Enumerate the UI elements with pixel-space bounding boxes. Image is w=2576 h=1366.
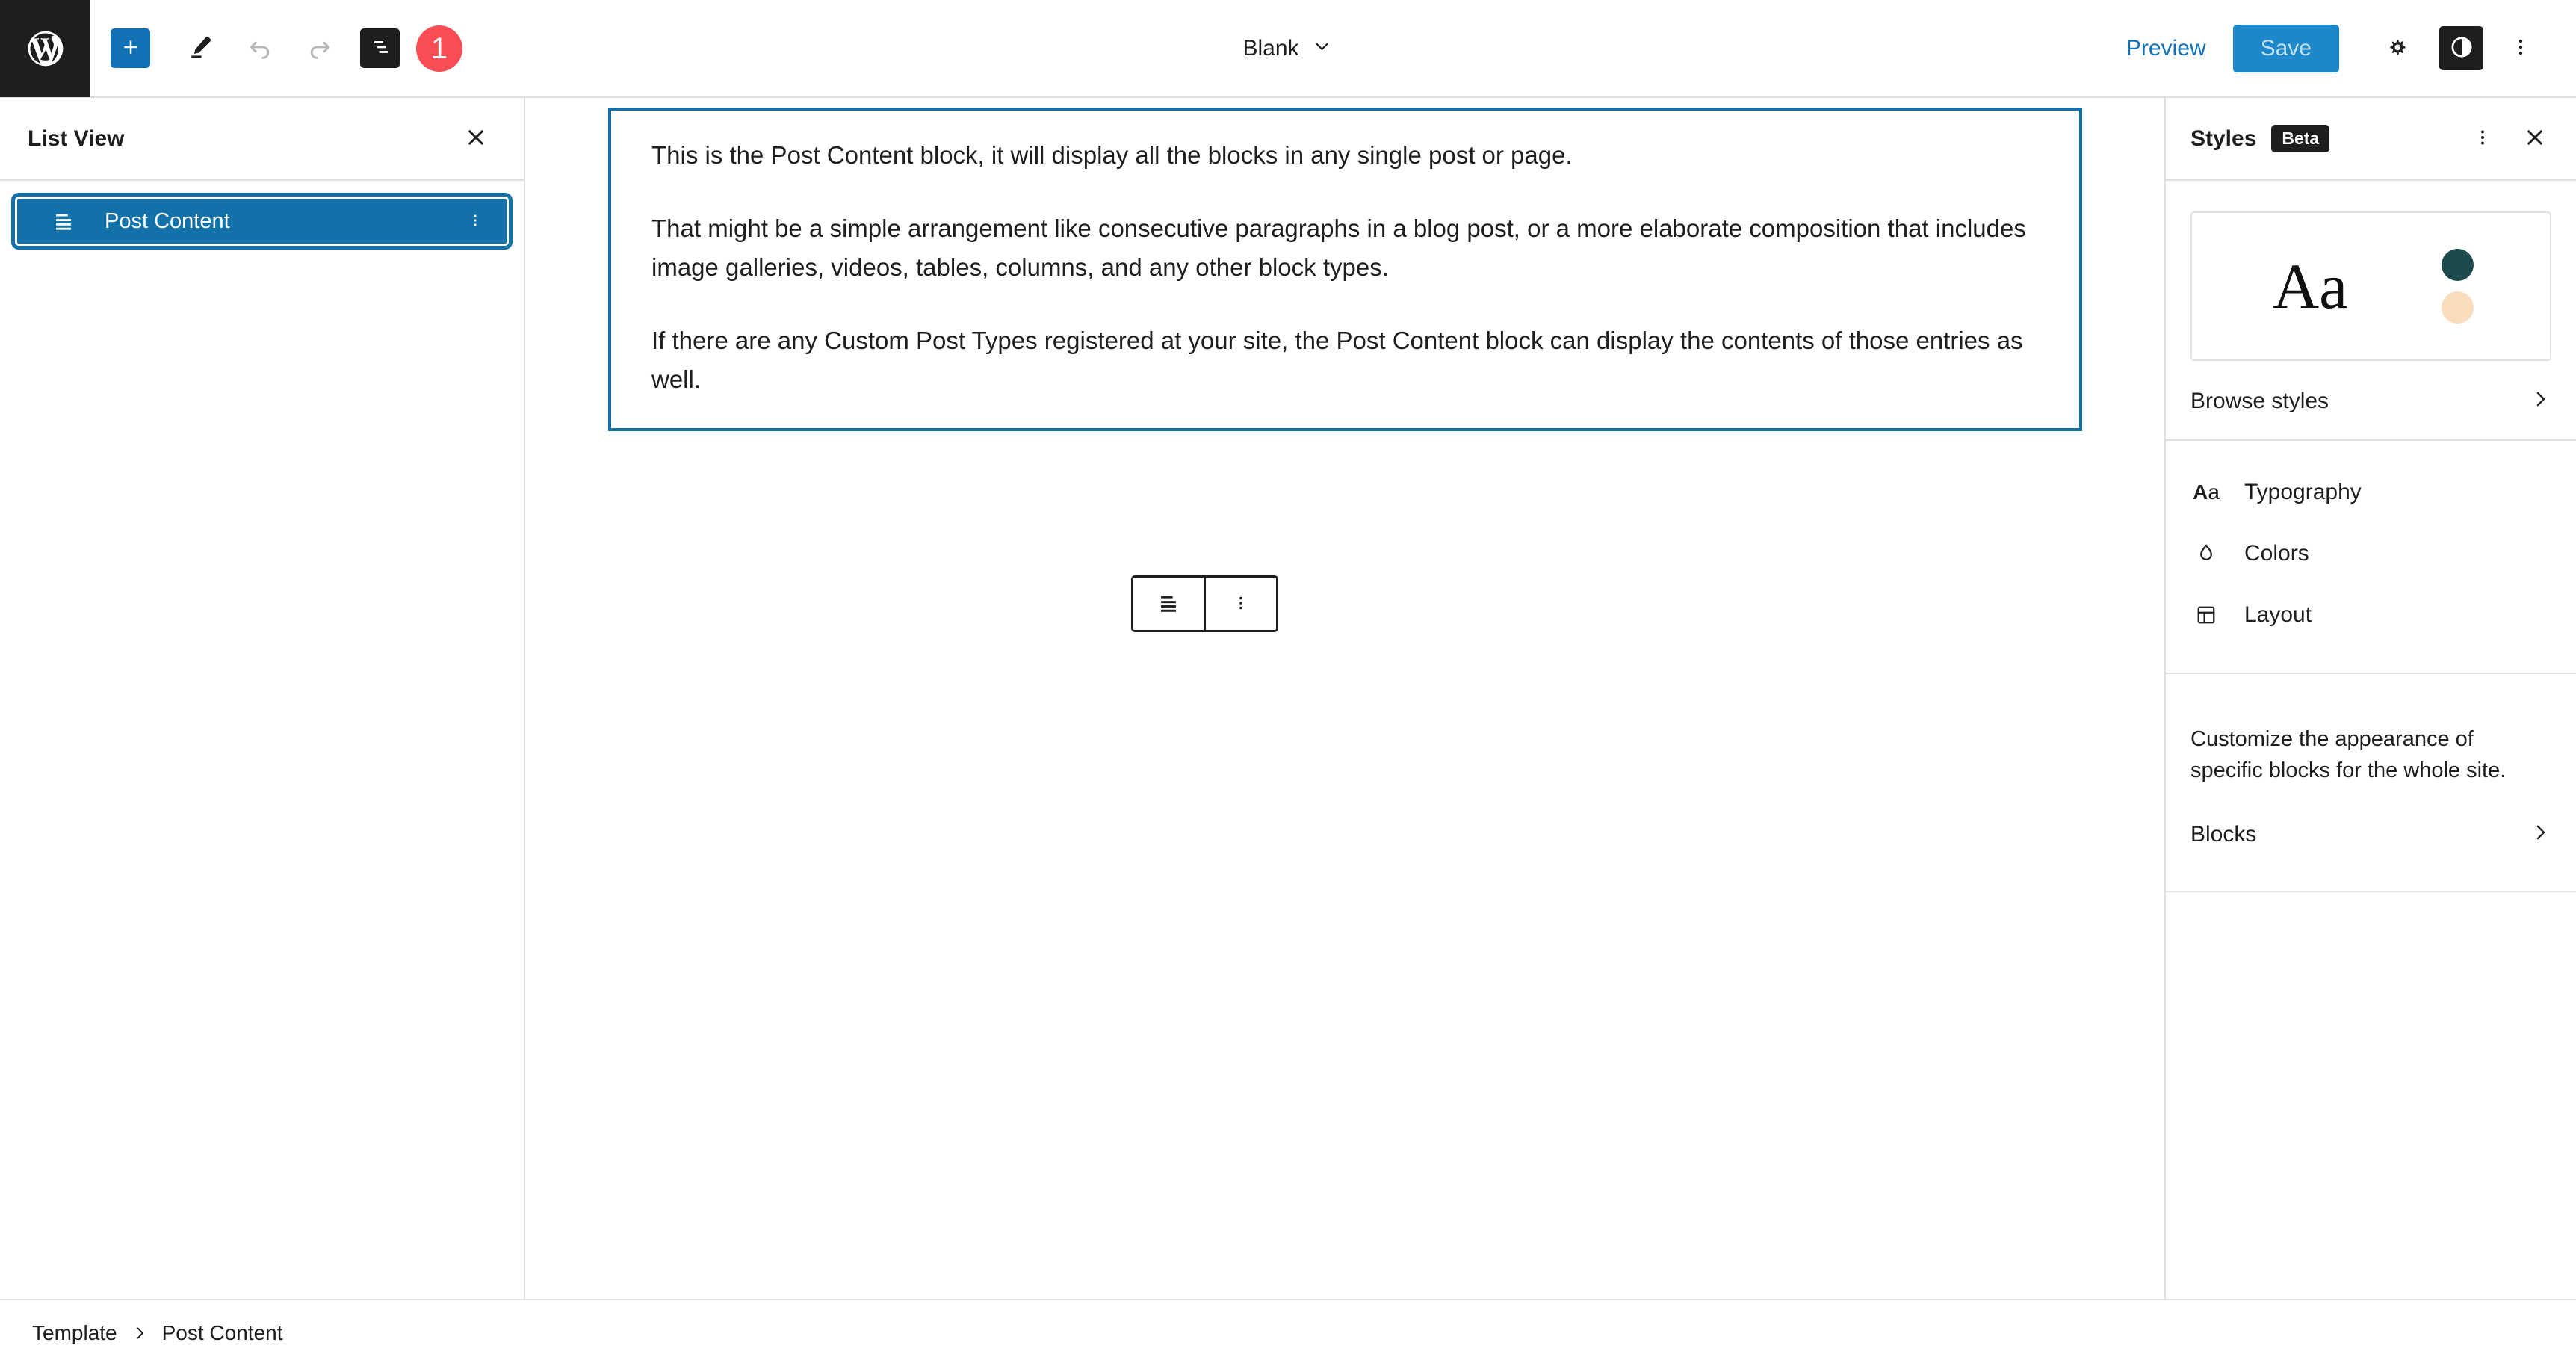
post-content-icon <box>1156 590 1181 618</box>
styles-more-options-button[interactable] <box>2459 116 2506 162</box>
post-content-paragraph: This is the Post Content block, it will … <box>651 141 1573 169</box>
add-block-button[interactable] <box>111 28 150 68</box>
typography-icon: Aa <box>2193 480 2220 504</box>
annotation-marker-1: 1 <box>416 25 462 72</box>
list-view-close-button[interactable] <box>453 116 499 162</box>
redo-icon <box>305 32 335 64</box>
gear-icon <box>2384 34 2411 63</box>
pencil-icon <box>186 33 214 64</box>
vertical-dots-icon <box>1231 593 1251 615</box>
styles-header-actions <box>2459 116 2558 162</box>
block-type-button[interactable] <box>1133 578 1204 630</box>
breadcrumb-item-template[interactable]: Template <box>28 1315 122 1351</box>
editor-header: 1 Blank Preview Save <box>0 0 2576 98</box>
styles-menu-item-typography[interactable]: Aa Typography <box>2166 462 2576 523</box>
wordpress-logo-button[interactable] <box>0 0 90 97</box>
vertical-dots-icon <box>466 211 484 232</box>
styles-panel: Styles Beta Aa Browse styles A a Typogra… <box>2164 98 2576 1299</box>
block-toolbar <box>1131 575 1278 632</box>
undo-button[interactable] <box>230 19 290 78</box>
browse-styles-label: Browse styles <box>2190 388 2329 413</box>
settings-button[interactable] <box>2369 20 2426 77</box>
styles-button[interactable] <box>2439 26 2483 70</box>
styles-menu-item-label: Colors <box>2244 541 2309 566</box>
styles-panel-header: Styles Beta <box>2166 98 2576 181</box>
list-view-item-options-button[interactable] <box>458 200 492 242</box>
blocks-label: Blocks <box>2190 821 2257 847</box>
chevron-right-icon <box>2529 388 2551 414</box>
list-view-icon <box>368 35 392 61</box>
breadcrumb-item-post-content[interactable]: Post Content <box>158 1315 288 1351</box>
close-icon <box>464 126 488 152</box>
edit-tool-button[interactable] <box>170 19 230 78</box>
list-view-body: Post Content <box>0 181 524 246</box>
undo-icon <box>245 32 275 64</box>
redo-button[interactable] <box>290 19 350 78</box>
block-options-button[interactable] <box>1206 578 1276 630</box>
list-view-item-label: Post Content <box>105 208 230 233</box>
list-view-button[interactable] <box>360 28 400 68</box>
list-view-header: List View <box>0 98 524 181</box>
post-content-block[interactable]: This is the Post Content block, it will … <box>608 108 2082 432</box>
layout-icon <box>2190 603 2222 627</box>
styles-divider <box>2166 891 2576 893</box>
preview-button[interactable]: Preview <box>2110 25 2223 72</box>
list-view-item-post-content[interactable]: Post Content <box>15 197 509 246</box>
style-preview-section: Aa <box>2166 181 2576 361</box>
post-content-icon <box>48 208 79 234</box>
beta-badge: Beta <box>2271 125 2330 152</box>
styles-close-button[interactable] <box>2512 116 2558 162</box>
list-view-title: List View <box>28 126 125 151</box>
vertical-dots-icon <box>2510 36 2532 61</box>
header-right-toolbar: Preview Save <box>2110 20 2576 77</box>
wordpress-site-editor: 1 Blank Preview Save List View Post Cont… <box>0 0 2576 1366</box>
styles-menu-item-label: Layout <box>2244 602 2312 627</box>
more-options-button[interactable] <box>2492 20 2549 77</box>
save-button[interactable]: Save <box>2232 24 2339 72</box>
header-left-toolbar: 1 <box>90 19 462 78</box>
blocks-description: Customize the appearance of specific blo… <box>2190 727 2507 783</box>
wordpress-logo-icon <box>25 28 66 69</box>
chevron-right-icon <box>2529 821 2551 847</box>
browse-styles-row[interactable]: Browse styles <box>2166 361 2576 439</box>
editor-body: List View Post Content This is the Post … <box>0 98 2576 1299</box>
style-preview-swatches <box>2442 249 2474 324</box>
editor-canvas[interactable]: This is the Post Content block, it will … <box>525 98 2164 1299</box>
plus-icon <box>120 36 142 61</box>
close-icon <box>2523 126 2547 152</box>
styles-menu-item-label: Typography <box>2244 480 2362 504</box>
breadcrumb-bar: Template Post Content <box>0 1299 2576 1366</box>
post-content-paragraph: If there are any Custom Post Types regis… <box>651 327 2023 393</box>
styles-menu: Aa Typography Colors Layout <box>2166 441 2576 673</box>
vertical-dots-icon <box>2472 127 2493 150</box>
color-swatch-primary <box>2442 249 2474 281</box>
styles-menu-item-layout[interactable]: Layout <box>2166 584 2576 646</box>
document-title-dropdown[interactable]: Blank <box>1230 28 1345 69</box>
contrast-icon <box>2449 34 2474 62</box>
post-content-paragraph: That might be a simple arrangement like … <box>651 214 2026 281</box>
color-swatch-secondary <box>2442 291 2474 324</box>
style-preview-card[interactable]: Aa <box>2190 211 2551 361</box>
chevron-right-icon <box>122 1324 158 1342</box>
list-view-panel: List View Post Content <box>0 98 525 1299</box>
styles-panel-title: Styles <box>2190 126 2257 151</box>
style-preview-sample-text: Aa <box>2273 250 2348 322</box>
document-title: Blank <box>1242 35 1299 61</box>
droplet-icon <box>2190 542 2222 566</box>
chevron-down-icon <box>1311 35 1334 61</box>
blocks-row[interactable]: Blocks <box>2166 786 2576 847</box>
styles-menu-item-colors[interactable]: Colors <box>2166 523 2576 584</box>
